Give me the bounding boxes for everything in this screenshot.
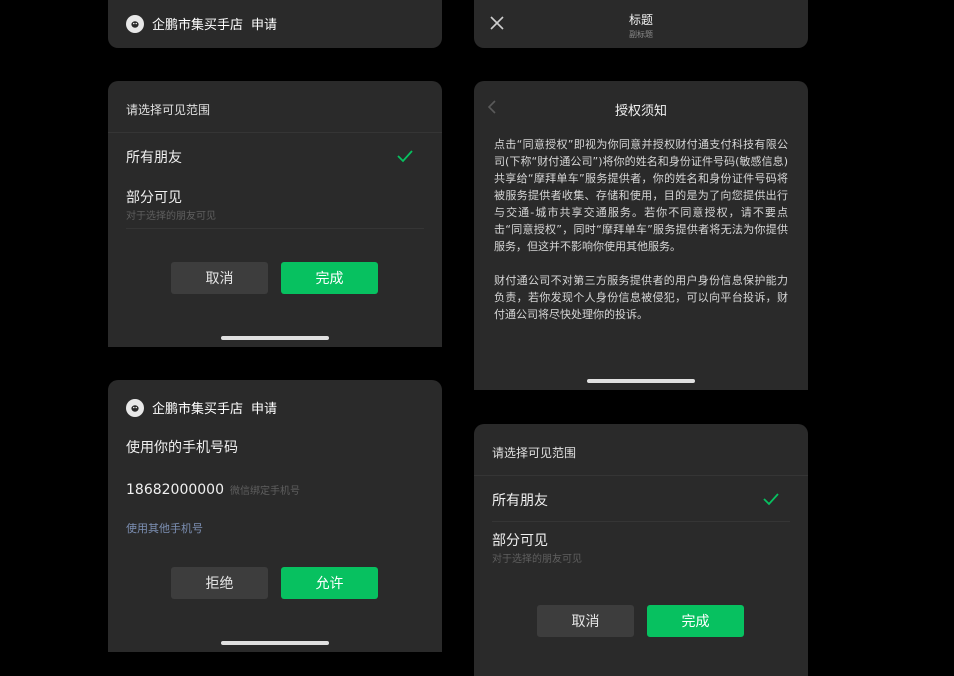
brand-name: 企鹏市集买手店 bbox=[152, 402, 244, 417]
brand-name: 企鹏市集买手店 bbox=[152, 18, 244, 33]
check-icon bbox=[763, 493, 779, 506]
penguin-logo-icon bbox=[126, 398, 144, 417]
brand-row: 企鹏市集买手店 申请 bbox=[126, 398, 277, 417]
header-title: 标题 bbox=[628, 13, 653, 27]
home-indicator bbox=[221, 336, 329, 340]
auth-paragraph: 财付通公司不对第三方服务提供者的用户身份信息保护能力负责，若你发现个人身份信息被… bbox=[494, 274, 788, 321]
visibility-title: 请选择可见范围 bbox=[492, 446, 577, 460]
authorization-sheet: 授权须知 点击“同意授权”即视为你同意并授权财付通支付科技有限公司(下称“财付通… bbox=[474, 81, 808, 390]
home-indicator bbox=[221, 641, 329, 645]
phone-number-hint: 微信绑定手机号 bbox=[229, 486, 300, 497]
phone-heading: 使用你的手机号码 bbox=[126, 440, 238, 456]
brand-action: 申请 bbox=[251, 18, 278, 33]
check-icon bbox=[397, 150, 413, 163]
option-partial[interactable]: 部分可见 bbox=[492, 530, 548, 550]
divider bbox=[474, 475, 808, 476]
visibility-sheet-right: 请选择可见范围 所有朋友 部分可见 对于选择的朋友可见 取消 完成 bbox=[474, 424, 808, 676]
brand-row: 企鹏市集买手店 申请 bbox=[126, 14, 277, 33]
divider bbox=[108, 132, 442, 133]
done-button[interactable]: 完成 bbox=[281, 262, 378, 294]
divider bbox=[492, 521, 790, 522]
penguin-logo-icon bbox=[126, 14, 144, 33]
option-partial-sub: 对于选择的朋友可见 bbox=[126, 211, 216, 222]
phone-number: 18682000000 bbox=[126, 482, 224, 498]
option-all-friends[interactable]: 所有朋友 bbox=[492, 490, 548, 510]
header-subtitle: 副标题 bbox=[629, 30, 653, 39]
brand-action: 申请 bbox=[251, 402, 278, 417]
right-top-header: 标题 副标题 bbox=[474, 0, 808, 48]
cancel-button[interactable]: 取消 bbox=[171, 262, 268, 294]
visibility-title: 请选择可见范围 bbox=[126, 103, 211, 117]
phone-number-option[interactable]: 18682000000 微信绑定手机号 bbox=[126, 482, 300, 498]
left-top-header: 企鹏市集买手店 申请 bbox=[108, 0, 442, 48]
option-partial-sub: 对于选择的朋友可见 bbox=[492, 554, 582, 565]
cancel-button[interactable]: 取消 bbox=[537, 605, 634, 637]
option-partial[interactable]: 部分可见 bbox=[126, 187, 182, 207]
divider bbox=[126, 228, 424, 229]
visibility-sheet-left: 请选择可见范围 所有朋友 部分可见 对于选择的朋友可见 取消 完成 bbox=[108, 81, 442, 347]
phone-permission-sheet: 企鹏市集买手店 申请 使用你的手机号码 18682000000 微信绑定手机号 使… bbox=[108, 380, 442, 652]
home-indicator bbox=[587, 379, 695, 383]
use-other-phone-link[interactable]: 使用其他手机号 bbox=[126, 520, 203, 536]
option-all-friends[interactable]: 所有朋友 bbox=[126, 147, 182, 167]
done-button[interactable]: 完成 bbox=[647, 605, 744, 637]
auth-paragraph: 点击“同意授权”即视为你同意并授权财付通支付科技有限公司(下称“财付通公司”)将… bbox=[494, 138, 788, 253]
auth-body: 点击“同意授权”即视为你同意并授权财付通支付科技有限公司(下称“财付通公司”)将… bbox=[494, 136, 788, 340]
reject-button[interactable]: 拒绝 bbox=[171, 567, 268, 599]
auth-title: 授权须知 bbox=[614, 104, 667, 119]
allow-button[interactable]: 允许 bbox=[281, 567, 378, 599]
